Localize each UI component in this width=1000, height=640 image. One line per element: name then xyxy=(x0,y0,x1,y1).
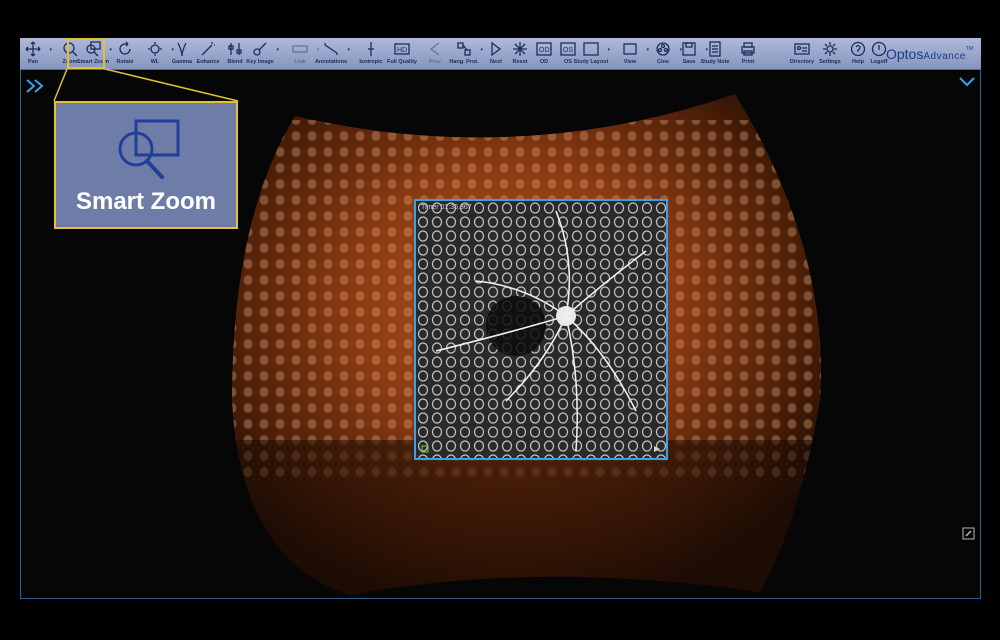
main-toolbar: OptosAdvanceTM Pan ▾ Zoom Smart Zoom ▾ Rotate… xyxy=(20,38,981,70)
enhance-wand-icon xyxy=(201,42,215,56)
hd-icon: HD xyxy=(394,43,410,55)
toolbar-study-layout-button[interactable]: Study Layout ▾ xyxy=(574,38,610,69)
toolbar-label: Link xyxy=(294,59,306,65)
toolbar-label: Reset xyxy=(512,59,528,65)
smart-zoom-window[interactable]: Timer 01:36.367 xyxy=(414,199,668,460)
toolbar-label: Rotate xyxy=(116,59,134,65)
hanging-protocol-icon xyxy=(457,42,471,56)
toolbar-label: Key Image xyxy=(246,59,274,65)
toolbar-label: Full Quality xyxy=(387,59,417,65)
toolbar-gamma-button[interactable]: Gamma xyxy=(168,38,196,69)
toolbar-cine-button[interactable]: Cine ▾ xyxy=(649,38,682,69)
toolbar-prev-button: Prev xyxy=(421,38,449,69)
toolbar-label: Settings xyxy=(819,59,841,65)
toolbar-logoff-button[interactable]: Logoff xyxy=(865,38,893,69)
timer-readout: Timer 01:36.367 xyxy=(421,204,472,211)
svg-text:OD: OD xyxy=(539,47,550,54)
toolbar-label: WL xyxy=(150,59,160,65)
play-icon[interactable] xyxy=(653,445,661,453)
toolbar-label: Enhance xyxy=(196,59,220,65)
gamma-icon xyxy=(177,42,187,57)
brand-tm: TM xyxy=(965,46,973,52)
reset-icon xyxy=(513,42,527,56)
svg-text:OS: OS xyxy=(563,47,573,54)
toolbar-label: OS xyxy=(564,59,572,65)
chevron-down-icon[interactable] xyxy=(958,76,976,90)
toolbar-blend-button[interactable]: Blend xyxy=(221,38,249,69)
toolbar-settings-button[interactable]: Settings xyxy=(816,38,844,69)
settings-gear-icon xyxy=(823,42,837,56)
toolbar-label: Study Note xyxy=(700,59,730,65)
toolbar-save-button[interactable]: Save ▾ xyxy=(675,38,708,69)
expand-panel-icon[interactable] xyxy=(24,78,46,94)
toolbar-label: View xyxy=(623,59,637,65)
brand-sub: Advance xyxy=(923,51,966,62)
toolbar-rotate-button[interactable]: Rotate xyxy=(111,38,139,69)
annotations-icon xyxy=(324,43,338,55)
isotropic-icon xyxy=(368,42,374,56)
toolbar-label: Blend xyxy=(227,59,243,65)
capture-marker-icon xyxy=(421,445,429,453)
prev-icon xyxy=(429,42,440,56)
toolbar-pan-button[interactable]: Pan ▾ xyxy=(19,38,52,69)
toolbar-directory-button[interactable]: Directory xyxy=(788,38,816,69)
toolbar-label: Isotropic xyxy=(359,59,383,65)
dropdown-arrow-icon[interactable]: ▾ xyxy=(607,47,610,53)
toolbar-study-note-button[interactable]: Study Note xyxy=(700,38,730,69)
os-icon: OS xyxy=(560,42,576,56)
toolbar-label: Annotations xyxy=(314,59,348,65)
smart-zoom-icon xyxy=(118,119,180,179)
toolbar-label: Directory xyxy=(789,59,815,65)
toolbar-label: Cine xyxy=(657,59,669,65)
study-layout-icon xyxy=(583,42,599,56)
dropdown-arrow-icon[interactable]: ▾ xyxy=(49,47,52,53)
svg-text:HD: HD xyxy=(397,47,407,54)
edit-note-icon[interactable] xyxy=(962,527,975,540)
toolbar-label: Logoff xyxy=(870,59,888,65)
toolbar-label: Pan xyxy=(27,59,39,65)
save-icon xyxy=(682,42,696,56)
toolbar-isotropic-button[interactable]: Isotropic xyxy=(357,38,385,69)
logoff-power-icon xyxy=(871,41,887,57)
toolbar-enhance-button[interactable]: Enhance xyxy=(194,38,222,69)
cine-icon xyxy=(656,42,670,56)
help-icon xyxy=(850,41,866,57)
toolbar-label: Prev xyxy=(429,59,441,65)
angiography-image xyxy=(416,201,666,458)
print-icon xyxy=(741,42,755,56)
toolbar-full-quality-button[interactable]: HD Full Quality xyxy=(387,38,417,69)
view-icon xyxy=(623,43,637,55)
toolbar-label: OD xyxy=(539,59,549,65)
next-icon xyxy=(491,41,502,57)
toolbar-label: Next xyxy=(490,59,502,65)
toolbar-print-button[interactable]: Print xyxy=(734,38,762,69)
toolbar-label: Save xyxy=(682,59,696,65)
toolbar-label: Help xyxy=(852,59,864,65)
toolbar-label: Hang. Prot. xyxy=(449,59,479,65)
key-image-icon xyxy=(253,42,267,56)
study-note-icon xyxy=(709,41,721,57)
pan-icon xyxy=(25,41,41,57)
toolbar-wl-button[interactable]: WL ▾ xyxy=(141,38,174,69)
od-icon: OD xyxy=(536,42,552,56)
toolbar-key-image-button[interactable]: Key Image ▾ xyxy=(246,38,279,69)
smart-zoom-callout-label: Smart Zoom xyxy=(75,188,216,215)
link-icon xyxy=(292,45,308,53)
active-tool-highlight xyxy=(67,38,105,69)
dropdown-arrow-icon[interactable]: ▾ xyxy=(347,47,350,53)
toolbar-label: Study Layout xyxy=(573,59,609,65)
dropdown-arrow-icon[interactable]: ▾ xyxy=(276,47,279,53)
window-level-icon xyxy=(148,42,162,56)
toolbar-annotations-button[interactable]: Annotations ▾ xyxy=(314,38,350,69)
smart-zoom-callout: Smart Zoom xyxy=(54,101,238,229)
toolbar-link-button: Link ▾ xyxy=(286,38,319,69)
toolbar-label: Print xyxy=(741,59,755,65)
toolbar-view-button[interactable]: View ▾ xyxy=(616,38,649,69)
rotate-icon xyxy=(119,41,131,55)
toolbar-hang-prot-button[interactable]: Hang. Prot. ▾ xyxy=(449,38,483,69)
directory-icon xyxy=(794,43,810,55)
optos-advance-logo: OptosAdvanceTM xyxy=(886,46,973,62)
blend-sliders-icon xyxy=(228,43,242,55)
toolbar-label: Gamma xyxy=(171,59,193,65)
